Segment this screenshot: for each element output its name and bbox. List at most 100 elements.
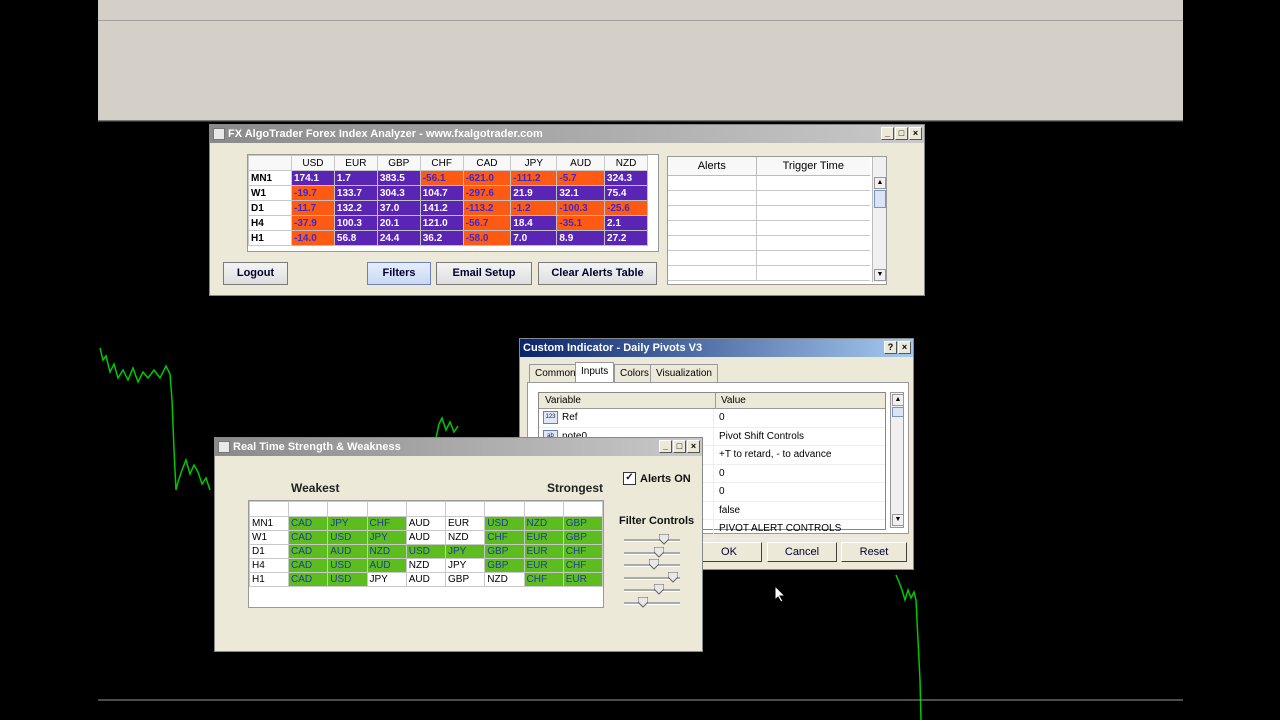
clear-alerts-button[interactable]: Clear Alerts Table (538, 262, 657, 285)
currency-column-header[interactable]: NZD (604, 155, 648, 171)
minimize-icon[interactable]: _ (881, 127, 894, 140)
tab-common[interactable]: Common (529, 364, 582, 382)
close-icon[interactable]: × (687, 440, 700, 453)
alert-row[interactable] (668, 236, 870, 251)
index-value-cell: -14.0 (291, 230, 335, 246)
trigger-time-cell (757, 191, 870, 205)
alerts-on-checkbox[interactable]: ✓ Alerts ON (623, 472, 691, 485)
index-value-cell: 132.2 (333, 200, 378, 216)
filter-slider[interactable] (624, 571, 680, 584)
index-value-cell: -58.0 (462, 230, 512, 246)
currency-column-header[interactable]: EUR (333, 155, 378, 171)
toolbar-strip (98, 0, 1183, 21)
trigger-time-column-header[interactable]: Trigger Time (757, 157, 870, 175)
pivots-title: Custom Indicator - Daily Pivots V3 (523, 342, 703, 354)
variable-column-header[interactable]: Variable (539, 393, 716, 408)
fx-analyzer-titlebar[interactable]: FX AlgoTrader Forex Index Analyzer - www… (210, 125, 924, 143)
currency-column-header[interactable]: CHF (419, 155, 464, 171)
value-cell[interactable]: false (714, 502, 740, 520)
maximize-icon[interactable]: □ (673, 440, 686, 453)
index-value: 133.7 (336, 187, 362, 199)
alert-row[interactable] (668, 266, 870, 281)
scroll-up-icon[interactable]: ▲ (874, 177, 886, 189)
maximize-icon[interactable]: □ (895, 127, 908, 140)
index-value-cell: -113.2 (462, 200, 512, 216)
filter-slider[interactable] (624, 584, 680, 596)
help-icon[interactable]: ? (884, 341, 897, 354)
filter-slider[interactable] (624, 596, 680, 609)
filter-slider[interactable] (624, 534, 680, 546)
checkbox-checked-icon[interactable]: ✓ (623, 472, 636, 485)
slider-thumb-icon[interactable] (653, 584, 664, 595)
alert-cell (668, 191, 757, 205)
alert-row[interactable] (668, 176, 870, 191)
slider-thumb-icon[interactable] (653, 546, 664, 558)
pivots-titlebar[interactable]: Custom Indicator - Daily Pivots V3 ? × (520, 339, 913, 357)
currency-rank-cell: NZD (366, 544, 407, 559)
alert-row[interactable] (668, 221, 870, 236)
reset-button[interactable]: Reset (841, 542, 907, 562)
currency-rank-cell: USD (484, 516, 525, 531)
alert-row[interactable] (668, 191, 870, 206)
index-value-cell: -56.1 (419, 170, 464, 186)
inputs-scrollbar[interactable]: ▲ ▼ (890, 392, 904, 528)
inputs-scroll-down-icon[interactable]: ▼ (892, 514, 904, 526)
value-cell[interactable]: +T to retard, - to advance (714, 446, 831, 464)
currency-column-header[interactable]: USD (291, 155, 335, 171)
value-cell[interactable]: Pivot Shift Controls (714, 428, 804, 446)
index-value-cell: 56.8 (333, 230, 378, 246)
logout-button[interactable]: Logout (223, 262, 288, 285)
index-value-cell: -19.7 (291, 185, 335, 201)
tab-colors[interactable]: Colors (614, 364, 655, 382)
filter-slider[interactable] (624, 559, 680, 571)
filters-button[interactable]: Filters (367, 262, 431, 285)
alert-row[interactable] (668, 206, 870, 221)
inputs-scroll-thumb[interactable] (892, 407, 904, 417)
index-value: 56.8 (336, 232, 357, 244)
currency-rank-cell: CHF (562, 558, 604, 573)
currency-rank-cell: CHF (366, 516, 407, 531)
index-value-cell: 21.9 (510, 185, 558, 201)
chart-line-left (99, 347, 211, 491)
currency-column-header[interactable]: JPY (510, 155, 558, 171)
currency-column-header[interactable]: GBP (376, 155, 421, 171)
cancel-button[interactable]: Cancel (767, 542, 837, 562)
scroll-down-icon[interactable]: ▼ (874, 269, 886, 281)
ok-button[interactable]: OK (696, 542, 762, 562)
mouse-cursor-icon (774, 585, 786, 603)
dialog-close-icon[interactable]: × (898, 341, 911, 354)
index-value: -5.7 (559, 172, 577, 184)
filter-slider[interactable] (624, 546, 680, 559)
currency-column-header[interactable]: AUD (556, 155, 606, 171)
strength-titlebar[interactable]: Real Time Strength & Weakness _ □ × (215, 438, 702, 456)
tab-inputs[interactable]: Inputs (575, 362, 615, 383)
value-cell[interactable]: 0 (714, 409, 725, 427)
alerts-scrollbar[interactable]: ▲ ▼ (872, 157, 886, 282)
inputs-scroll-up-icon[interactable]: ▲ (892, 394, 904, 406)
value-cell[interactable]: PIVOT ALERT CONTROLS (714, 520, 841, 538)
alert-row[interactable] (668, 251, 870, 266)
currency-column-header[interactable]: CAD (462, 155, 512, 171)
email-setup-button[interactable]: Email Setup (436, 262, 532, 285)
currency-rank-cell: CHF (562, 544, 604, 559)
slider-thumb-icon[interactable] (637, 596, 648, 608)
close-icon[interactable]: × (909, 127, 922, 140)
currency-rank-cell: CAD (287, 572, 329, 587)
scroll-thumb[interactable] (874, 190, 886, 208)
index-value-cell: 133.7 (333, 185, 378, 201)
minimize-icon[interactable]: _ (659, 440, 672, 453)
slider-thumb-icon[interactable] (658, 534, 669, 545)
tab-visualization[interactable]: Visualization (650, 364, 718, 382)
currency-rank-cell: JPY (444, 558, 486, 573)
value-cell[interactable]: 0 (714, 465, 725, 483)
slider-thumb-icon[interactable] (649, 559, 660, 570)
index-value: 1.7 (336, 172, 351, 184)
index-value-cell: 20.1 (376, 215, 421, 231)
index-value-cell: 141.2 (419, 200, 464, 216)
slider-thumb-icon[interactable] (667, 571, 678, 583)
value-cell[interactable]: 0 (714, 483, 725, 501)
alerts-column-header[interactable]: Alerts (668, 157, 757, 175)
input-row[interactable]: 123 Ref 0 (539, 409, 885, 428)
index-value-cell: 27.2 (604, 230, 648, 246)
value-column-header[interactable]: Value (716, 393, 746, 408)
